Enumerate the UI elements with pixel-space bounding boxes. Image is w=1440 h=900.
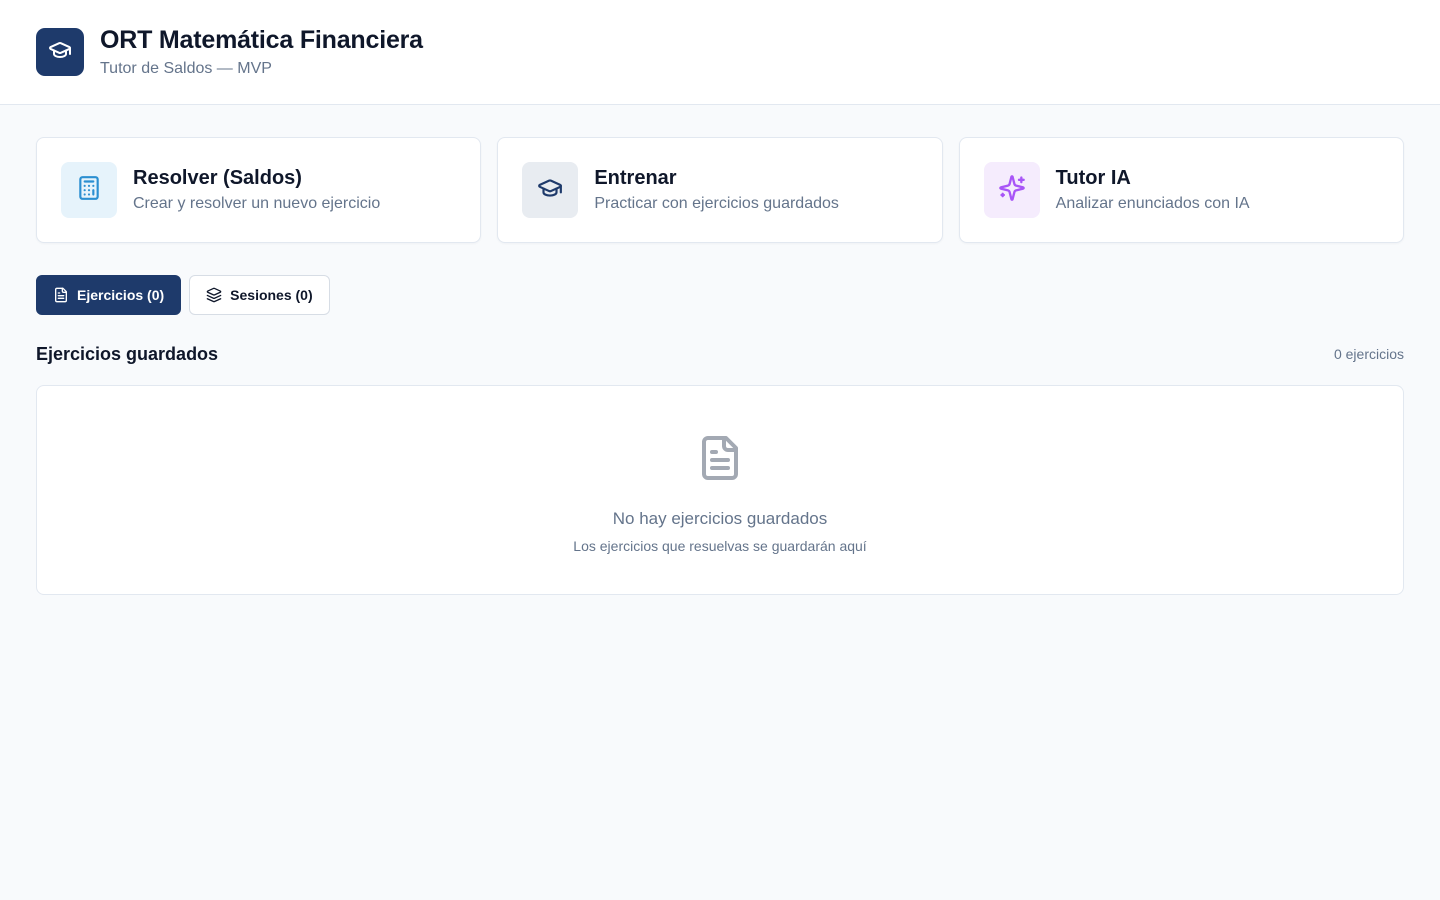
tab-sesiones[interactable]: Sesiones (0) <box>189 275 330 315</box>
tab-ejercicios[interactable]: Ejercicios (0) <box>36 275 182 315</box>
app-title: ORT Matemática Financiera <box>100 26 423 54</box>
file-text-icon <box>696 434 744 487</box>
empty-state-description: Los ejercicios que resuelvas se guardará… <box>573 538 867 554</box>
section-count: 0 ejercicios <box>1333 346 1404 362</box>
tab-bar: Ejercicios (0) Sesiones (0) <box>36 275 1404 315</box>
resolver-card-description: Crear y resolver un nuevo ejercicio <box>133 195 381 212</box>
graduation-cap-icon <box>537 175 563 206</box>
action-cards: Resolver (Saldos) Crear y resolver un nu… <box>36 137 1404 243</box>
app-subtitle: Tutor de Saldos — MVP <box>100 60 272 77</box>
sparkles-icon <box>998 174 1026 207</box>
section-header: Ejercicios guardados 0 ejercicios <box>36 343 1404 365</box>
app-header: ORT Matemática Financiera Tutor de Saldo… <box>0 0 1440 105</box>
resolver-card[interactable]: Resolver (Saldos) Crear y resolver un nu… <box>36 137 482 243</box>
main-content: Resolver (Saldos) Crear y resolver un nu… <box>0 105 1440 595</box>
entrenar-card-title: Entrenar <box>594 167 677 189</box>
section-title: Ejercicios guardados <box>36 343 219 364</box>
resolver-card-title: Resolver (Saldos) <box>133 167 302 189</box>
entrenar-card[interactable]: Entrenar Practicar con ejercicios guarda… <box>497 137 943 243</box>
tutor-ia-card-title: Tutor IA <box>1055 167 1131 189</box>
entrenar-card-icon-wrap <box>522 162 579 218</box>
resolver-card-icon-wrap <box>61 162 117 218</box>
empty-state-panel: No hay ejercicios guardados Los ejercici… <box>36 385 1404 595</box>
empty-state-title: No hay ejercicios guardados <box>612 509 828 528</box>
tutor-ia-card-description: Analizar enunciados con IA <box>1055 195 1250 212</box>
tutor-ia-card[interactable]: Tutor IA Analizar enunciados con IA <box>958 137 1404 243</box>
graduation-cap-icon <box>48 38 72 67</box>
tab-sesiones-label: Sesiones (0) <box>230 287 313 303</box>
entrenar-card-description: Practicar con ejercicios guardados <box>594 195 839 212</box>
calculator-icon <box>76 175 102 206</box>
tutor-ia-card-icon-wrap <box>983 162 1040 218</box>
tab-ejercicios-label: Ejercicios (0) <box>77 287 165 303</box>
app-logo <box>36 28 84 76</box>
file-text-icon <box>53 287 69 303</box>
layers-icon <box>206 287 222 303</box>
